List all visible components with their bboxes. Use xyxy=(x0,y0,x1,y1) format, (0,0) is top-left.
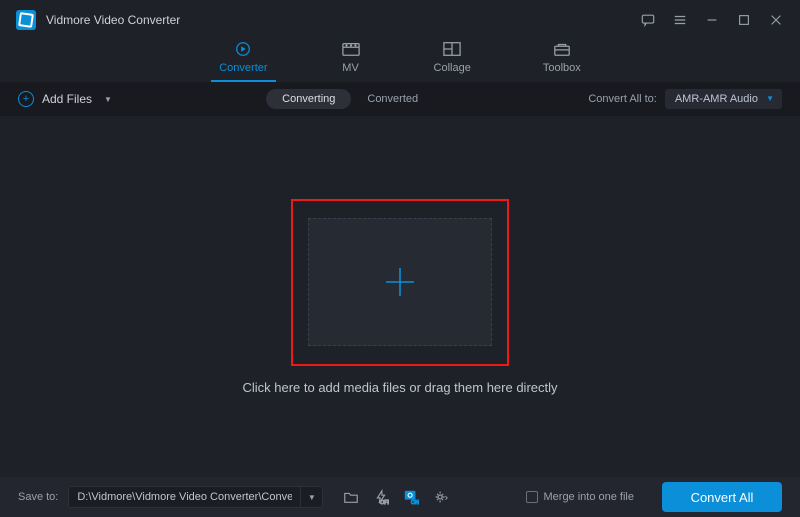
chevron-down-icon: ▼ xyxy=(104,95,112,104)
save-path-dropdown[interactable]: ▼ xyxy=(301,486,323,508)
tab-collage[interactable]: Collage xyxy=(426,40,479,80)
add-files-button[interactable]: + Add Files ▼ xyxy=(18,91,112,107)
tab-converted[interactable]: Converted xyxy=(351,89,434,109)
close-button[interactable] xyxy=(768,12,784,28)
drop-zone[interactable] xyxy=(308,218,492,346)
plus-circle-icon: + xyxy=(18,91,34,107)
subbar: + Add Files ▼ Converting Converted Conve… xyxy=(0,82,800,116)
format-selected-value: AMR-AMR Audio xyxy=(675,93,758,105)
feedback-icon[interactable] xyxy=(640,12,656,28)
open-folder-button[interactable] xyxy=(341,487,361,507)
merge-label: Merge into one file xyxy=(544,491,635,503)
save-to-label: Save to: xyxy=(18,491,58,503)
drop-hint: Click here to add media files or drag th… xyxy=(242,380,557,395)
high-speed-button[interactable]: ON xyxy=(401,487,421,507)
mv-icon xyxy=(340,40,362,58)
save-path-input[interactable] xyxy=(68,486,301,508)
collage-icon xyxy=(441,40,463,58)
tab-label: Converter xyxy=(219,62,267,74)
convert-all-to: Convert All to: AMR-AMR Audio ▼ xyxy=(588,89,782,109)
save-path-group: ▼ xyxy=(68,486,323,508)
titlebar: Vidmore Video Converter xyxy=(0,0,800,40)
tab-toolbox[interactable]: Toolbox xyxy=(535,40,589,80)
checkbox-icon xyxy=(526,491,538,503)
convert-all-button[interactable]: Convert All xyxy=(662,482,782,512)
footer-icons: OFF ON xyxy=(341,487,451,507)
format-select[interactable]: AMR-AMR Audio ▼ xyxy=(665,89,782,109)
footer: Save to: ▼ OFF ON Merge into one file Co… xyxy=(0,477,800,517)
hardware-accel-button[interactable]: OFF xyxy=(371,487,391,507)
app-logo-icon xyxy=(16,10,36,30)
tab-label: MV xyxy=(342,62,359,74)
plus-icon xyxy=(382,264,418,300)
drop-highlight-frame xyxy=(291,199,509,366)
convert-all-label: Convert All to: xyxy=(588,93,656,105)
converter-icon xyxy=(232,40,254,58)
svg-text:ON: ON xyxy=(411,500,419,505)
top-nav: Converter MV Collage Toolbox xyxy=(0,40,800,82)
tab-label: Collage xyxy=(434,62,471,74)
menu-icon[interactable] xyxy=(672,12,688,28)
tab-converting[interactable]: Converting xyxy=(266,89,351,109)
tab-label: Toolbox xyxy=(543,62,581,74)
merge-checkbox[interactable]: Merge into one file xyxy=(526,491,635,503)
maximize-button[interactable] xyxy=(736,12,752,28)
app-title: Vidmore Video Converter xyxy=(46,13,180,27)
tab-mv[interactable]: MV xyxy=(332,40,370,80)
svg-text:OFF: OFF xyxy=(380,500,389,505)
toolbox-icon xyxy=(551,40,573,58)
add-files-label: Add Files xyxy=(42,92,92,106)
status-segmented: Converting Converted xyxy=(266,89,434,109)
main-area: Click here to add media files or drag th… xyxy=(0,116,800,477)
tab-converter[interactable]: Converter xyxy=(211,40,275,82)
settings-button[interactable] xyxy=(431,487,451,507)
window-controls xyxy=(640,12,784,28)
chevron-down-icon: ▼ xyxy=(766,94,774,103)
minimize-button[interactable] xyxy=(704,12,720,28)
